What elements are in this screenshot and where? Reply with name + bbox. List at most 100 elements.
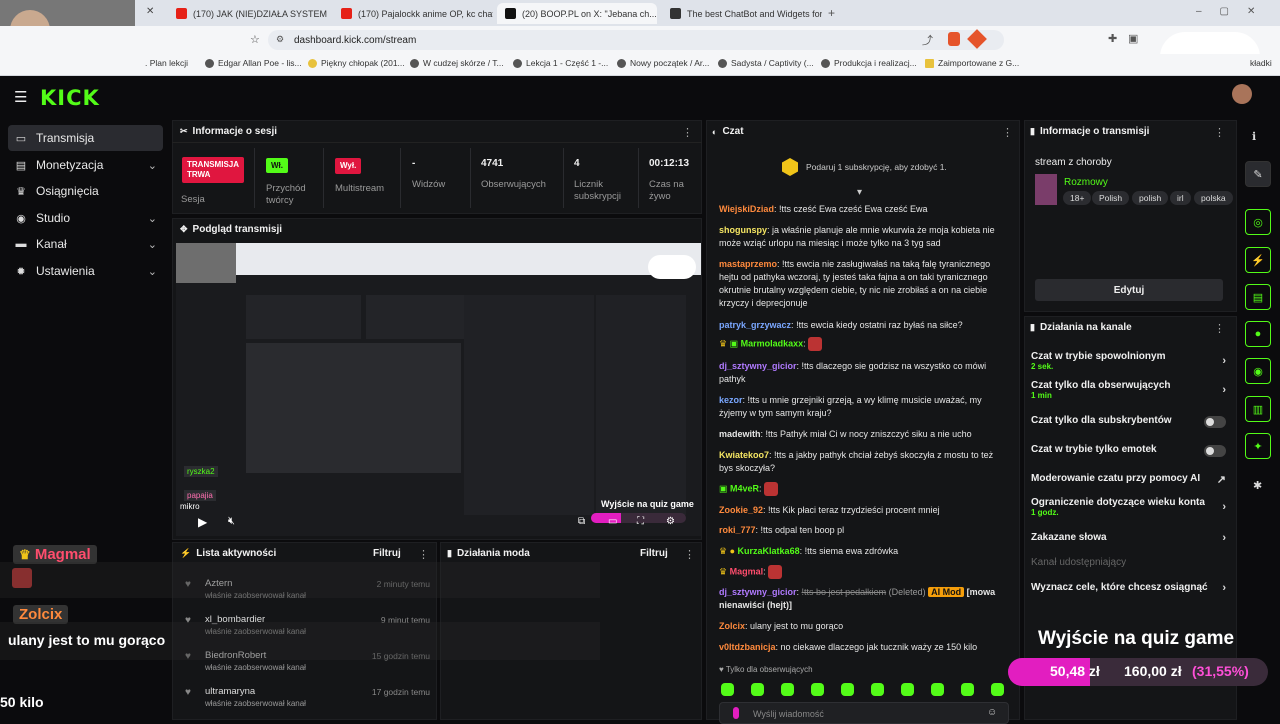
edit-icon[interactable]: ✎ xyxy=(1245,161,1271,187)
chat-username[interactable]: kezor xyxy=(719,395,743,405)
chat-username[interactable]: Magmal xyxy=(730,566,764,576)
emoji-icon[interactable]: ☺ xyxy=(987,707,997,718)
bookmark-item[interactable]: Produkcja i realizacj... xyxy=(821,58,917,68)
bookmark-item[interactable]: Sadysta / Captivity (... xyxy=(718,58,814,68)
info-icon[interactable]: ℹ xyxy=(1252,130,1256,143)
chat-username[interactable]: roki_777 xyxy=(719,525,756,535)
more-icon[interactable]: ⋮ xyxy=(418,548,429,561)
tab-4[interactable]: The best ChatBot and Widgets for K✕ xyxy=(662,3,822,24)
emote-button[interactable] xyxy=(721,683,734,696)
action-subs-only[interactable]: Czat tylko dla subskrybentów xyxy=(1031,415,1226,431)
sidebar-item-studio[interactable]: ◉Studio⌄ xyxy=(8,205,163,231)
preview-video[interactable]: ryszka2 papajia mikro Wyjście na quiz ga… xyxy=(176,243,701,536)
chat-username[interactable]: Marmoladkaxx xyxy=(741,338,804,348)
emote-button[interactable] xyxy=(871,683,884,696)
other-bookmarks[interactable]: kładki xyxy=(1250,58,1272,68)
more-icon[interactable]: ⋮ xyxy=(1214,322,1225,335)
chat-username[interactable]: shogunspy xyxy=(719,225,767,235)
chat-username[interactable]: M4veR xyxy=(730,483,759,493)
more-icon[interactable]: ⋮ xyxy=(684,548,695,561)
extensions-icon[interactable]: ✚ xyxy=(1108,32,1117,45)
emote-button[interactable] xyxy=(751,683,764,696)
action-emote-only[interactable]: Czat w trybie tylko emotek xyxy=(1031,444,1226,460)
pip-icon[interactable]: ⧉ xyxy=(578,516,585,527)
action-account-age[interactable]: Ograniczenie dotyczące wieku konta1 godz… xyxy=(1031,497,1226,521)
action-goals[interactable]: Wyznacz cele, które chcesz osiągnąć› xyxy=(1031,582,1226,598)
site-info-icon[interactable]: ⚙ xyxy=(276,34,284,45)
chat-username[interactable]: dj_sztywny_gicior xyxy=(719,361,797,371)
window-controls[interactable]: –▢✕ xyxy=(1196,6,1273,17)
emote-button[interactable] xyxy=(841,683,854,696)
chat-username[interactable]: mastaprzemo xyxy=(719,259,777,269)
close-tab-icon[interactable]: ✕ xyxy=(146,6,154,17)
share-icon[interactable]: ⤴ xyxy=(922,32,933,48)
emote-button[interactable] xyxy=(931,683,944,696)
subs-only-toggle[interactable] xyxy=(1204,416,1226,428)
activity-filter-button[interactable]: Filtruj xyxy=(373,548,401,559)
chat-username[interactable]: Zolcix xyxy=(719,621,745,631)
action-slow-mode[interactable]: Czat w trybie spowolnionym2 sek.› xyxy=(1031,351,1226,375)
menu-icon[interactable]: ☰ xyxy=(14,88,27,106)
chat-username[interactable]: WiejskiDziad xyxy=(719,204,774,214)
sidebar-item-kanal[interactable]: ▬Kanał⌄ xyxy=(8,231,163,257)
microphone-icon[interactable] xyxy=(733,707,739,719)
edit-button[interactable]: Edytuj xyxy=(1035,279,1223,301)
emote-button[interactable] xyxy=(901,683,914,696)
emote-button[interactable] xyxy=(991,683,1004,696)
wrench-icon[interactable]: ✦ xyxy=(1245,433,1271,459)
emote-button[interactable] xyxy=(961,683,974,696)
chat-bubble-icon[interactable]: ● xyxy=(1245,321,1271,347)
settings-icon[interactable]: ⚙ xyxy=(666,516,675,527)
chat-username[interactable]: madewith xyxy=(719,429,761,439)
broadcast-signal-icon[interactable]: ◉ xyxy=(1245,358,1271,384)
emote-only-toggle[interactable] xyxy=(1204,445,1226,457)
category-name[interactable]: Rozmowy xyxy=(1064,177,1108,188)
tab-2[interactable]: (170) Pajalockk anime OP, kc chat - Y✕ xyxy=(333,3,493,24)
tab-1[interactable]: (170) JAK (NIE)DZIAŁA SYSTEM KAUC✕ xyxy=(168,3,328,24)
sidebar-item-ustawienia[interactable]: ✹Ustawienia⌄ xyxy=(8,258,163,284)
chat-username[interactable]: v0ltdzbanicja xyxy=(719,642,776,652)
sidebar-item-osiagniecia[interactable]: ♛Osiągnięcia xyxy=(8,178,163,204)
new-tab-icon[interactable]: + xyxy=(828,6,835,20)
avatar[interactable] xyxy=(1232,84,1252,104)
sidebar-item-transmisja[interactable]: ▭Transmisja xyxy=(8,125,163,151)
action-ai-moderation[interactable]: Moderowanie czatu przy pomocy AI↗ xyxy=(1031,473,1226,489)
sidebar-item-monetyzacja[interactable]: ▤Monetyzacja⌄ xyxy=(8,152,163,178)
bookmark-item[interactable]: Zaimportowane z G... xyxy=(925,58,1019,68)
document-icon[interactable]: ▤ xyxy=(1245,284,1271,310)
activity-name[interactable]: ultramaryna xyxy=(205,686,255,697)
apps-icon[interactable]: ✱ xyxy=(1253,479,1262,492)
emote-button[interactable] xyxy=(781,683,794,696)
bookmark-item[interactable]: W cudzej skórze / T... xyxy=(410,58,504,68)
chat-username[interactable]: Zookie_92 xyxy=(719,505,763,515)
action-followers-only[interactable]: Czat tylko dla obserwujących1 min› xyxy=(1031,380,1226,404)
more-icon[interactable]: ⋮ xyxy=(1002,126,1013,139)
mod-filter-button[interactable]: Filtruj xyxy=(640,548,668,559)
target-icon[interactable]: ◎ xyxy=(1245,209,1271,235)
action-banned-words[interactable]: Zakazane słowa› xyxy=(1031,532,1226,548)
fullscreen-icon[interactable]: ⛶ xyxy=(637,516,644,527)
chat-username[interactable]: KurzaKlatka68 xyxy=(738,546,800,556)
bookmark-star-icon[interactable]: ☆ xyxy=(250,33,260,46)
server-icon[interactable]: ▥ xyxy=(1245,396,1271,422)
chat-username[interactable]: patryk_grzywacz xyxy=(719,320,791,330)
bookmark-item[interactable]: Lekcja 1 - Część 1 -... xyxy=(513,58,608,68)
chat-username[interactable]: Kwiatekoo7 xyxy=(719,450,769,460)
bookmark-item[interactable]: Nowy początek / Ar... xyxy=(617,58,709,68)
sidebar-toggle-icon[interactable]: ▣ xyxy=(1128,32,1138,45)
lightning-icon[interactable]: ⚡ xyxy=(1245,247,1271,273)
mute-icon[interactable]: 🔇︎ xyxy=(228,515,235,528)
tab-3[interactable]: (20) BOOP.PL on X: "Jebana ch...✕ xyxy=(497,3,657,24)
url-field[interactable]: dashboard.kick.com/stream xyxy=(268,30,1004,50)
theater-icon[interactable]: ▭ xyxy=(608,516,617,527)
emote-button[interactable] xyxy=(811,683,824,696)
kick-logo[interactable]: KICK xyxy=(40,86,100,110)
bookmark-item[interactable]: Piękny chłopak (201... xyxy=(308,58,405,68)
brave-shield-icon[interactable] xyxy=(948,32,960,46)
chat-username[interactable]: dj_sztywny_gicior xyxy=(719,587,797,597)
more-icon[interactable]: ⋮ xyxy=(682,126,693,139)
more-icon[interactable]: ⋮ xyxy=(1214,126,1225,139)
bookmark-item[interactable]: Edgar Allan Poe - lis... xyxy=(205,58,302,68)
bookmark-item[interactable]: . Plan lekcji xyxy=(145,58,188,68)
play-icon[interactable]: ▶ xyxy=(198,515,207,529)
